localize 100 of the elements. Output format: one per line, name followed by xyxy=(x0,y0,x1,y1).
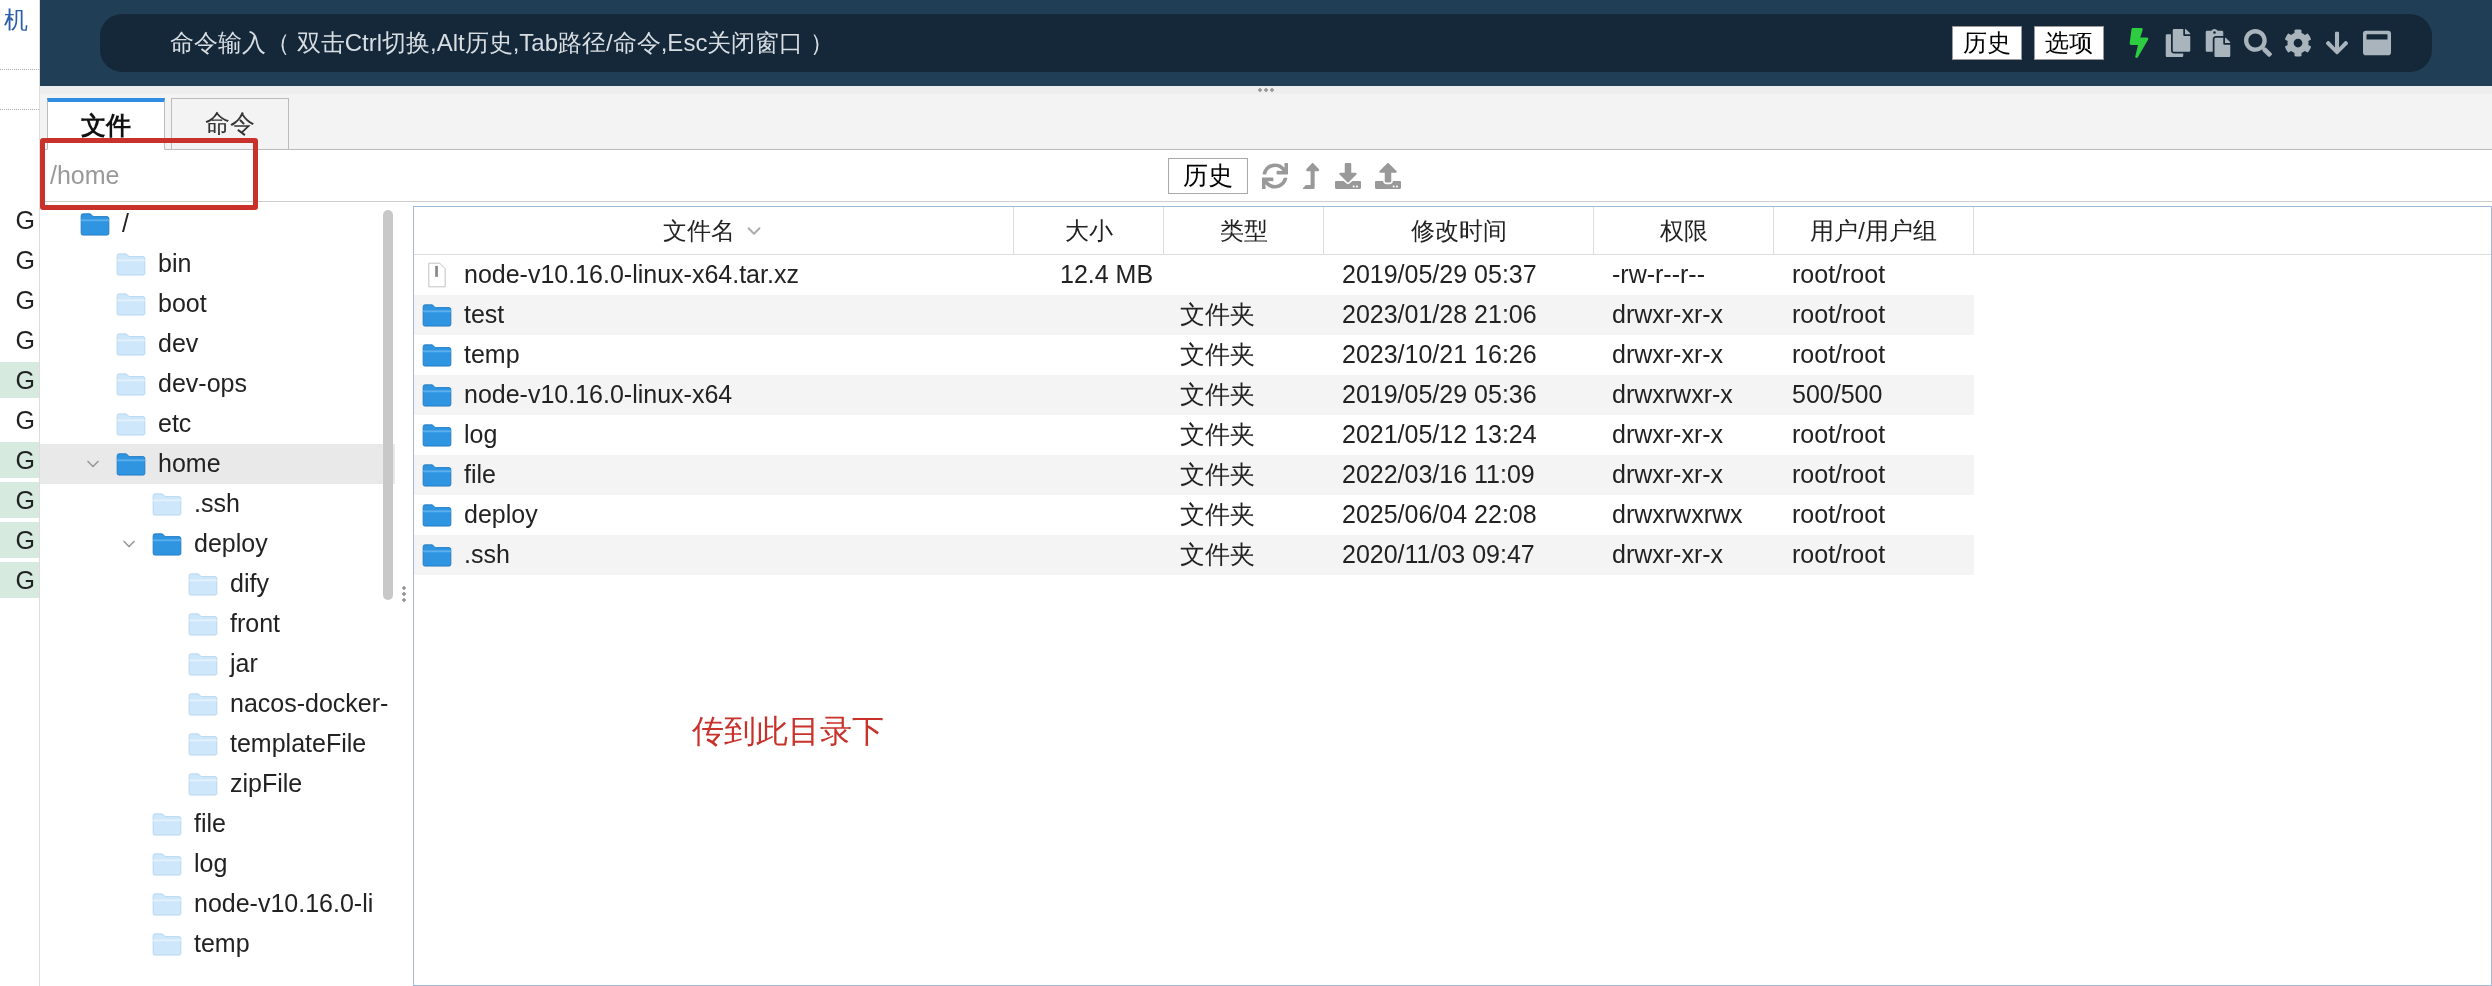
folder-icon xyxy=(116,252,146,276)
window-icon[interactable] xyxy=(2362,29,2392,57)
tree-item[interactable]: file xyxy=(40,804,395,844)
table-cell: 2023/01/28 21:06 xyxy=(1342,300,1537,329)
folder-icon xyxy=(152,932,182,956)
table-row[interactable]: .ssh 文件夹 2020/11/03 09:47 drwxr-xr-x root/root xyxy=(414,535,1974,575)
table-cell: drwxr-xr-x xyxy=(1612,300,1724,329)
folder-icon xyxy=(152,852,182,876)
tree-item[interactable]: bin xyxy=(40,244,395,284)
arrow-down-icon[interactable] xyxy=(2324,30,2350,56)
table-row[interactable]: test 文件夹 2023/01/28 21:06 drwxr-xr-x root/root xyxy=(414,295,1974,335)
tree-item[interactable]: home xyxy=(40,444,395,484)
folder-icon xyxy=(188,612,218,636)
table-cell: -rw-r--r-- xyxy=(1612,260,1705,289)
tree-item[interactable]: jar xyxy=(40,644,395,684)
table-cell: 500/500 xyxy=(1792,380,1883,409)
table-row[interactable]: file 文件夹 2022/03/16 11:09 drwxr-xr-x root/root xyxy=(414,455,1974,495)
column-header[interactable]: 修改时间 xyxy=(1324,207,1594,254)
column-header[interactable]: 类型 xyxy=(1164,207,1324,254)
table-cell: drwxr-xr-x xyxy=(1612,420,1724,449)
up-arrow-icon[interactable] xyxy=(1300,162,1322,189)
table-cell-text: temp xyxy=(464,339,520,371)
size-value: G xyxy=(0,522,39,558)
tree-item[interactable]: / xyxy=(40,204,395,244)
folder-icon xyxy=(152,532,182,556)
folder-icon xyxy=(422,383,452,407)
tree-item[interactable]: log xyxy=(40,844,395,884)
table-cell: root/root xyxy=(1792,540,1886,569)
table-row[interactable]: node-v10.16.0-linux-x64 文件夹 2019/05/29 05:36 drwxrwxr-x 500/500 xyxy=(414,375,1974,415)
tree-item[interactable]: templateFile xyxy=(40,724,395,764)
tree-item[interactable]: .ssh xyxy=(40,484,395,524)
folder-icon xyxy=(152,492,182,516)
folder-icon xyxy=(152,892,182,916)
toolbar-button[interactable]: 选项 xyxy=(2034,26,2104,60)
tree-item[interactable]: deploy xyxy=(40,524,395,564)
column-header[interactable]: 用户/用户组 xyxy=(1774,207,1974,254)
table-cell: drwxr-xr-x xyxy=(1612,540,1724,569)
tab[interactable]: 命令 xyxy=(171,98,289,150)
size-value: G xyxy=(0,482,39,518)
table-cell: root/root xyxy=(1792,420,1886,449)
tree-item[interactable]: etc xyxy=(40,404,395,444)
table-cell-text: deploy xyxy=(464,499,538,531)
column-header[interactable]: 大小 xyxy=(1014,207,1164,254)
size-value: G xyxy=(0,562,39,598)
tree-item[interactable]: dev xyxy=(40,324,395,364)
tree-item[interactable]: zipFile xyxy=(40,764,395,804)
tree-item[interactable]: dify xyxy=(40,564,395,604)
splitter-handle[interactable] xyxy=(402,585,406,603)
splitter-handle[interactable] xyxy=(1257,88,1275,92)
table-cell: 文件夹 xyxy=(1180,380,1255,409)
table-cell: root/root xyxy=(1792,500,1886,529)
folder-icon xyxy=(116,332,146,356)
tree-item[interactable]: node-v10.16.0-li xyxy=(40,884,395,924)
tree-item[interactable]: boot xyxy=(40,284,395,324)
table-cell: 文件夹 xyxy=(1180,300,1255,329)
paste-icon[interactable] xyxy=(2204,29,2232,57)
tree-item[interactable]: temp xyxy=(40,924,395,964)
folder-icon xyxy=(188,772,218,796)
table-cell: drwxrwxr-x xyxy=(1612,380,1733,409)
folder-icon xyxy=(422,303,452,327)
table-cell: 2019/05/29 05:36 xyxy=(1342,380,1537,409)
folder-icon xyxy=(116,412,146,436)
folder-icon xyxy=(422,543,452,567)
search-icon[interactable] xyxy=(2244,29,2272,57)
table-cell: root/root xyxy=(1792,460,1886,489)
tree-item[interactable]: nacos-docker- xyxy=(40,684,395,724)
folder-icon xyxy=(422,423,452,447)
settings-icon[interactable] xyxy=(2284,29,2312,57)
copy-icon[interactable] xyxy=(2164,29,2192,57)
history-button[interactable]: 历史 xyxy=(1168,157,1248,194)
folder-icon xyxy=(188,692,218,716)
table-cell: 文件夹 xyxy=(1180,420,1255,449)
table-cell: 文件夹 xyxy=(1180,340,1255,369)
folder-icon xyxy=(116,372,146,396)
column-header[interactable]: 权限 xyxy=(1594,207,1774,254)
table-cell: 文件夹 xyxy=(1180,460,1255,489)
table-cell: drwxrwxrwx xyxy=(1612,500,1743,529)
download-icon[interactable] xyxy=(1334,162,1362,189)
table-cell: root/root xyxy=(1792,260,1886,289)
table-cell: 12.4 MB xyxy=(1060,260,1154,289)
upload-icon[interactable] xyxy=(1374,162,1402,189)
column-header[interactable]: 文件名 xyxy=(414,207,1014,254)
command-input[interactable]: 命令输入（ 双击Ctrl切换,Alt历史,Tab路径/命令,Esc关闭窗口 ） 历史 选项 xyxy=(100,14,2432,72)
folder-icon xyxy=(422,463,452,487)
folder-icon xyxy=(422,343,452,367)
table-cell-text: file xyxy=(464,459,496,491)
table-cell-text: log xyxy=(464,419,498,451)
tree-item[interactable]: dev-ops xyxy=(40,364,395,404)
table-cell: 2019/05/29 05:37 xyxy=(1342,260,1537,289)
folder-icon xyxy=(188,652,218,676)
table-cell: 2023/10/21 16:26 xyxy=(1342,340,1537,369)
scrollbar[interactable] xyxy=(383,210,393,600)
toolbar-button[interactable]: 历史 xyxy=(1952,26,2022,60)
size-value: G xyxy=(0,362,39,398)
table-cell: 2020/11/03 09:47 xyxy=(1342,540,1535,569)
refresh-icon[interactable] xyxy=(1262,162,1288,189)
file-icon xyxy=(427,262,447,288)
tree-item[interactable]: front xyxy=(40,604,395,644)
table-cell: root/root xyxy=(1792,300,1886,329)
panel-title: 机 xyxy=(3,5,29,35)
